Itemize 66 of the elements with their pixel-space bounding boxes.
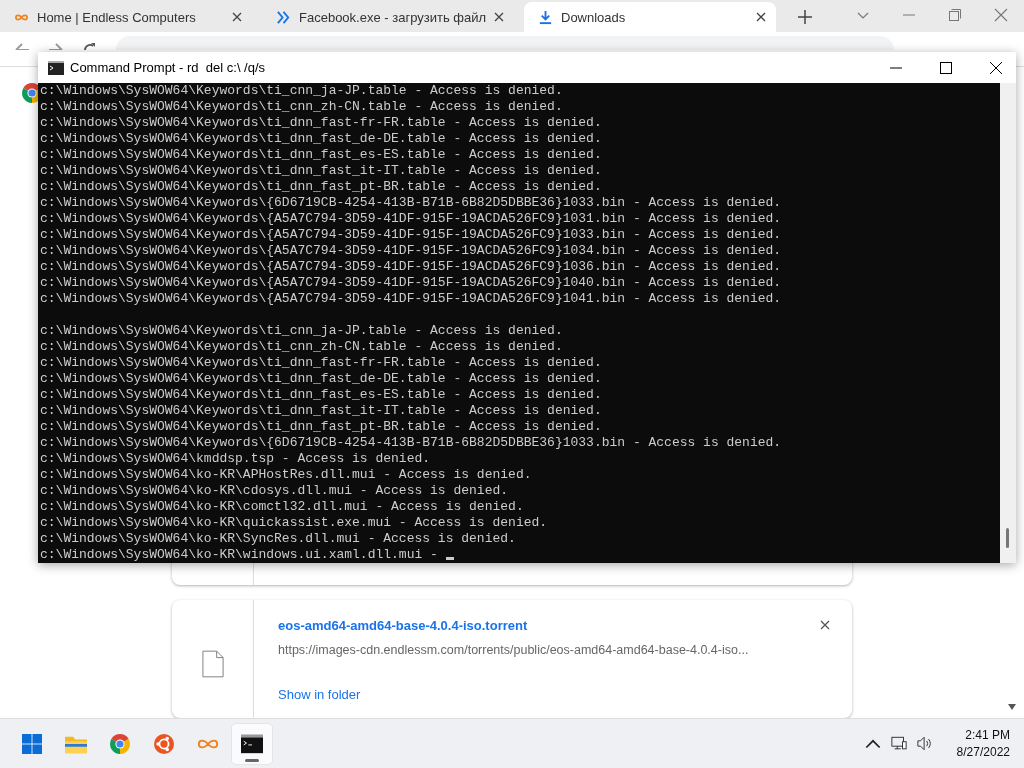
- console-line: c:\Windows\SysWOW64\Keywords\{A5A7C794-3D59-41DF-915F-19ACDA526FC9}1031.bin - Access is denied.: [40, 211, 782, 227]
- chrome-icon: [109, 733, 131, 754]
- console-icon: [48, 60, 64, 75]
- ubuntu-icon: [153, 733, 175, 754]
- terminal-icon: [241, 733, 263, 754]
- close-icon[interactable]: [990, 61, 1002, 74]
- download-icon: [538, 9, 553, 25]
- browser-tab[interactable]: Downloads: [524, 2, 776, 33]
- console-line: c:\Windows\SysWOW64\Keywords\ti_cnn_ja-JP.table - Access is denied.: [40, 83, 563, 99]
- browser-tab[interactable]: Home | Endless Computers: [0, 2, 252, 33]
- console-line: c:\Windows\SysWOW64\Keywords\ti_dnn_fast_it-IT.table - Access is denied.: [40, 403, 602, 419]
- tab-label: Downloads: [561, 9, 627, 25]
- console-line: c:\Windows\SysWOW64\Keywords\{6D6719CB-4254-413B-B71B-6B82D5DBBE36}1033.bin - Access is denied.: [40, 195, 782, 211]
- console-line: c:\Windows\SysWOW64\Keywords\ti_dnn_fast_pt-BR.table - Access is denied.: [40, 179, 602, 195]
- console-line: c:\Windows\SysWOW64\Keywords\{A5A7C794-3D59-41DF-915F-19ACDA526FC9}1041.bin - Access is denied.: [40, 291, 782, 307]
- console-line: c:\Windows\SysWOW64\Keywords\ti_cnn_zh-CN.table - Access is denied.: [40, 339, 563, 355]
- plus-icon[interactable]: [798, 10, 812, 25]
- console-line: c:\Windows\SysWOW64\Keywords\ti_dnn_fast-fr-FR.table - Access is denied.: [40, 115, 602, 131]
- windows-icon: [21, 733, 43, 754]
- maximize-icon[interactable]: [940, 61, 952, 74]
- console-line: c:\Windows\SysWOW64\Keywords\ti_cnn_ja-JP.table - Access is denied.: [40, 323, 563, 339]
- speaker-icon[interactable]: [916, 736, 933, 751]
- clock-time: 2:41 PM: [965, 726, 1010, 744]
- taskbar-app[interactable]: [232, 723, 272, 764]
- clock-date: 8/27/2022: [956, 743, 1010, 761]
- close-icon[interactable]: [820, 620, 830, 630]
- browser-tab[interactable]: Facebook.exe - загрузить файл: [262, 2, 514, 33]
- scroll-down-icon[interactable]: [1008, 704, 1016, 710]
- console-line: c:\Windows\SysWOW64\Keywords\{6D6719CB-4254-413B-B71B-6B82D5DBBE36}1033.bin - Access is denied.: [40, 435, 782, 451]
- close-icon[interactable]: [494, 12, 504, 23]
- restore-icon[interactable]: [948, 8, 962, 23]
- source-url: https://images-cdn.endlessm.com/torrents/public/eos-amd64-amd64-base-4.0.4-iso...: [278, 643, 749, 657]
- console-line: c:\Windows\SysWOW64\Keywords\ti_cnn_zh-CN.table - Access is denied.: [40, 99, 563, 115]
- console-line: c:\Windows\SysWOW64\Keywords\ti_dnn_fast_es-ES.table - Access is denied.: [40, 147, 602, 163]
- console-line: c:\Windows\SysWOW64\ko-KR\APHostRes.dll.mui - Access is denied.: [40, 467, 532, 483]
- tab-label: Home | Endless Computers: [37, 9, 197, 25]
- scrollbar-thumb[interactable]: [1006, 528, 1009, 548]
- forward-icon[interactable]: [48, 42, 64, 51]
- reload-icon[interactable]: [82, 42, 98, 51]
- window-title: Command Prompt - rd del c:\ /q/s: [70, 60, 266, 75]
- file-name-link[interactable]: eos-amd64-amd64-base-4.0.4-iso.torrent: [278, 618, 528, 633]
- console-line: c:\Windows\SysWOW64\ko-KR\cdosys.dll.mui - Access is denied.: [40, 483, 509, 499]
- console-line: c:\Windows\SysWOW64\Keywords\{A5A7C794-3D59-41DF-915F-19ACDA526FC9}1040.bin - Access is denied.: [40, 275, 782, 291]
- console-line: c:\Windows\SysWOW64\Keywords\ti_dnn_fast_de-DE.table - Access is denied.: [40, 131, 602, 147]
- console-line: c:\Windows\SysWOW64\Keywords\{A5A7C794-3D59-41DF-915F-19ACDA526FC9}1034.bin - Access is denied.: [40, 243, 782, 259]
- back-icon[interactable]: [14, 42, 30, 51]
- tab-label: Facebook.exe - загрузить файл: [299, 9, 486, 25]
- console-line: c:\Windows\SysWOW64\kmddsp.tsp - Access is denied.: [40, 451, 431, 467]
- console-line: c:\Windows\SysWOW64\ko-KR\comctl32.dll.mui - Access is denied.: [40, 499, 524, 515]
- text-cursor: [445, 557, 454, 560]
- console-line: c:\Windows\SysWOW64\Keywords\ti_dnn_fast_pt-BR.table - Access is denied.: [40, 419, 602, 435]
- console-line: c:\Windows\SysWOW64\Keywords\ti_dnn_fast_it-IT.table - Access is denied.: [40, 163, 602, 179]
- console-line: c:\Windows\SysWOW64\ko-KR\SyncRes.dll.mui - Access is denied.: [40, 531, 516, 547]
- console-line: c:\Windows\SysWOW64\Keywords\{A5A7C794-3D59-41DF-915F-19ACDA526FC9}1033.bin - Access is denied.: [40, 227, 782, 243]
- console-line: c:\Windows\SysWOW64\Keywords\ti_dnn_fast_de-DE.table - Access is denied.: [40, 371, 602, 387]
- file-icon: [201, 650, 224, 678]
- console-line: c:\Windows\SysWOW64\Keywords\ti_dnn_fast_es-ES.table - Access is denied.: [40, 387, 602, 403]
- network-icon[interactable]: [890, 736, 907, 751]
- show-in-folder-link[interactable]: Show in folder: [278, 687, 361, 702]
- close-icon[interactable]: [756, 12, 766, 23]
- console-line: c:\Windows\SysWOW64\ko-KR\windows.ui.xaml.dll.mui -: [40, 547, 438, 563]
- chevrons-icon: [276, 9, 291, 25]
- console-line: c:\Windows\SysWOW64\ko-KR\quickassist.exe.mui - Access is denied.: [40, 515, 548, 531]
- console-line: c:\Windows\SysWOW64\Keywords\{A5A7C794-3D59-41DF-915F-19ACDA526FC9}1036.bin - Access is denied.: [40, 259, 782, 275]
- close-icon[interactable]: [232, 12, 242, 23]
- console-line: c:\Windows\SysWOW64\Keywords\ti_dnn_fast-fr-FR.table - Access is denied.: [40, 355, 602, 371]
